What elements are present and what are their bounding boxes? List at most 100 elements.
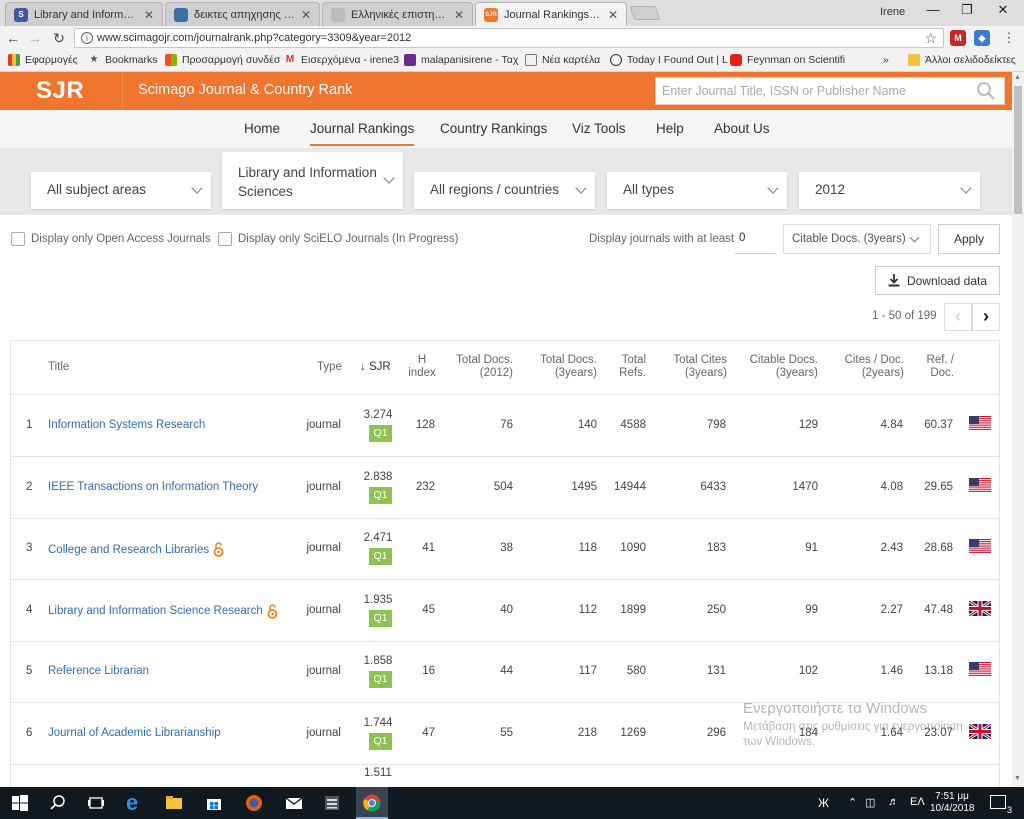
app-icon[interactable] <box>322 793 342 813</box>
url-text[interactable]: www.scimagojr.com/journalrank.php?catego… <box>97 32 411 44</box>
volume-icon[interactable]: ♬ <box>888 796 899 808</box>
browser-tab[interactable]: SJR Journal Rankings on Libr ✕ <box>475 2 627 26</box>
journal-title-link[interactable]: IEEE Transactions on Information Theory <box>48 481 258 493</box>
journal-title-text: College and Research Libraries <box>48 543 210 556</box>
chevron-up-icon[interactable]: ⌃ <box>848 796 857 809</box>
min-metric-value: Citable Docs. (3years) <box>792 233 906 245</box>
journal-title-link[interactable]: Journal of Academic Librarianship <box>48 727 221 739</box>
site-title[interactable]: Scimago Journal & Country Rank <box>138 82 352 98</box>
windows-start-icon[interactable] <box>10 793 30 813</box>
header-total-cites[interactable]: Total Cites (3years) <box>657 354 727 380</box>
store-icon[interactable] <box>204 793 224 813</box>
omnibox[interactable]: i www.scimagojr.com/journalrank.php?cate… <box>74 28 944 48</box>
close-window-icon[interactable]: ✕ <box>988 2 1018 18</box>
cell-citable-3y: 129 <box>798 419 818 431</box>
browser-tab[interactable]: Ελληνικές επιστημονικές ✕ <box>322 2 473 26</box>
subject-area-dropdown[interactable]: All subject areas <box>31 172 211 209</box>
next-page-icon[interactable]: › <box>972 303 1000 331</box>
scielo-label[interactable]: Display only SciELO Journals (In Progres… <box>238 233 459 245</box>
min-metric-select[interactable]: Citable Docs. (3years) <box>783 224 931 254</box>
browser-tab[interactable]: S Library and Information S ✕ <box>5 2 163 26</box>
bookmark-item[interactable]: M Εισερχόμενα - irene3 <box>284 54 399 66</box>
bookmark-item[interactable]: Feynman on Scientifi <box>730 54 845 66</box>
new-tab-button[interactable] <box>629 6 661 20</box>
journal-title-link[interactable]: Information Systems Research <box>48 419 205 431</box>
nav-about-us[interactable]: About Us <box>714 121 770 136</box>
header-citable-docs[interactable]: Citable Docs. (3years) <box>741 354 818 380</box>
file-explorer-icon[interactable] <box>164 793 184 813</box>
search-icon[interactable] <box>976 81 996 101</box>
tab-close-icon[interactable]: ✕ <box>454 8 464 22</box>
info-icon[interactable]: i <box>81 32 93 44</box>
firefox-icon[interactable] <box>244 793 264 813</box>
back-icon[interactable]: ← <box>4 29 22 47</box>
header-cites-per-doc[interactable]: Cites / Doc. (2years) <box>833 354 904 380</box>
sjr-logo[interactable]: SJR <box>0 72 122 110</box>
task-view-icon[interactable] <box>86 793 106 813</box>
year-dropdown[interactable]: 2012 <box>799 172 980 209</box>
header-total-refs[interactable]: Total Refs. <box>607 354 646 380</box>
journal-search-input[interactable] <box>656 78 976 104</box>
scroll-down-icon[interactable]: ▼ <box>1014 775 1021 782</box>
network-icon[interactable]: ◫ <box>865 796 875 809</box>
header-sjr[interactable]: ↓ SJR <box>360 361 391 374</box>
tab-close-icon[interactable]: ✕ <box>144 8 154 22</box>
chrome-taskbar-button[interactable] <box>356 787 388 819</box>
min-docs-input[interactable]: 0 <box>735 226 775 254</box>
header-title[interactable]: Title <box>48 361 69 374</box>
nav-journal-rankings[interactable]: Journal Rankings <box>310 121 415 146</box>
bookmark-star-icon[interactable]: ☆ <box>924 30 937 47</box>
cell-h-index: 41 <box>422 542 435 555</box>
people-icon[interactable]: Ж <box>818 796 829 810</box>
download-data-button[interactable]: Download data <box>875 266 1000 295</box>
nav-viz-tools[interactable]: Viz Tools <box>572 121 626 136</box>
minimize-icon[interactable]: — <box>918 2 948 17</box>
bookmark-item[interactable]: » <box>883 54 889 66</box>
mail-icon[interactable] <box>284 793 304 813</box>
category-dropdown[interactable]: Library and Information Sciences <box>222 152 403 209</box>
maximize-icon[interactable]: ❐ <box>952 2 982 18</box>
language-indicator[interactable]: ΕΛ <box>910 796 925 808</box>
header-total-docs-3y[interactable]: Total Docs. (3years) <box>527 354 597 380</box>
tab-close-icon[interactable]: ✕ <box>301 8 311 22</box>
bookmark-item[interactable]: malapanisirene - Ταχ <box>404 54 518 66</box>
apply-button[interactable]: Apply <box>938 224 1000 254</box>
cell-cites-3y: 250 <box>706 603 726 616</box>
reload-icon[interactable]: ↻ <box>50 29 68 47</box>
scielo-checkbox[interactable] <box>218 232 232 246</box>
header-total-docs-year[interactable]: Total Docs. (2012) <box>443 354 513 380</box>
nav-home[interactable]: Home <box>244 121 280 136</box>
bookmark-item[interactable]: Άλλοι σελιδοδείκτες <box>908 54 1016 66</box>
forward-icon[interactable]: → <box>26 29 44 47</box>
bookmark-item[interactable]: Εφαρμογές <box>8 54 78 66</box>
tab-close-icon[interactable]: ✕ <box>608 8 618 22</box>
extension-mendeley-icon[interactable]: M <box>950 30 966 46</box>
journal-title-link[interactable]: Library and Information Science Research <box>48 604 278 619</box>
clock[interactable]: 7:51 μμ 10/4/2018 <box>930 791 975 815</box>
header-h-index[interactable]: Hindex <box>408 354 436 380</box>
bookmark-item[interactable]: Προσαρμογή συνδέσ <box>165 54 280 66</box>
bookmark-item[interactable]: ★ Bookmarks <box>88 54 158 66</box>
browser-tab[interactable]: δεικτες απηχησης περιο ✕ <box>165 2 320 26</box>
journal-title-link[interactable]: Reference Librarian <box>48 665 149 677</box>
bookmark-item[interactable]: Νέα καρτέλα <box>525 54 600 66</box>
type-dropdown[interactable]: All types <box>607 172 787 209</box>
search-icon[interactable] <box>48 793 68 813</box>
header-type[interactable]: Type <box>317 361 342 374</box>
vertical-scrollbar[interactable]: ▲ ▼ <box>1012 72 1024 787</box>
nav-country-rankings[interactable]: Country Rankings <box>440 121 547 136</box>
nav-help[interactable]: Help <box>656 121 684 136</box>
menu-icon[interactable]: ⋮ <box>1000 29 1018 47</box>
prev-page-icon[interactable]: ‹ <box>944 303 972 331</box>
region-dropdown[interactable]: All regions / countries <box>414 172 595 209</box>
extension-shield-icon[interactable]: ◆ <box>974 30 990 46</box>
open-access-label[interactable]: Display only Open Access Journals <box>31 233 211 245</box>
journal-title-link[interactable]: College and Research Libraries <box>48 542 224 558</box>
scrollbar-thumb[interactable] <box>1014 86 1022 214</box>
open-access-checkbox[interactable] <box>11 232 25 246</box>
scroll-up-icon[interactable]: ▲ <box>1014 74 1021 81</box>
notifications-icon[interactable]: 3 <box>990 795 1012 815</box>
bookmark-item[interactable]: Today I Found Out | L <box>610 54 728 66</box>
edge-icon[interactable]: e <box>126 792 146 814</box>
header-refs-per-doc[interactable]: Ref. / Doc. <box>914 354 954 380</box>
